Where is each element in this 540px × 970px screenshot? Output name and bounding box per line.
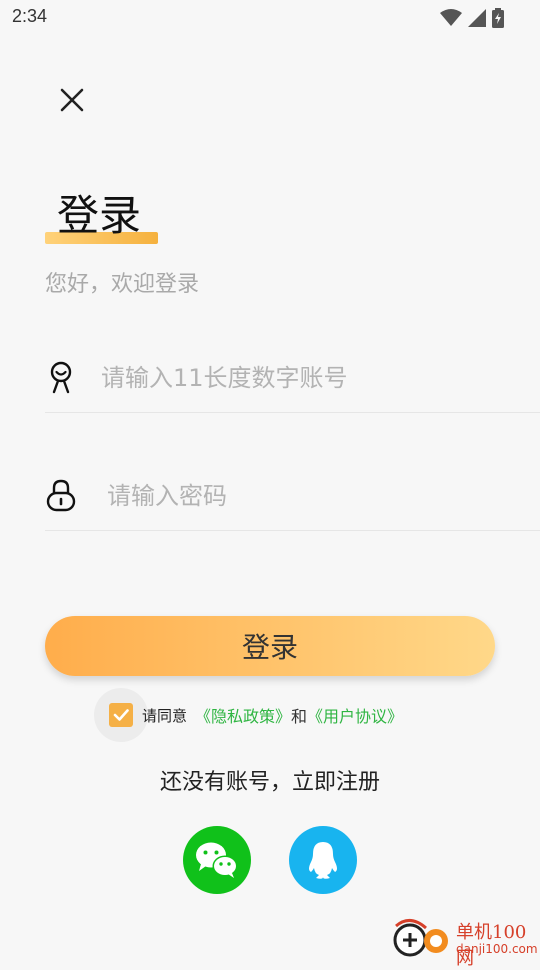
privacy-policy-link[interactable]: 《隐私政策》 [195, 703, 291, 727]
wechat-icon [196, 842, 238, 878]
user-agreement-link[interactable]: 《用户协议》 [307, 703, 403, 727]
page-subtitle: 您好，欢迎登录 [45, 272, 200, 297]
status-bar: 2:34 [0, 0, 540, 36]
watermark-logo [393, 919, 448, 957]
close-icon [60, 88, 84, 112]
page-title: 登录 [57, 191, 142, 240]
agreement-checkbox[interactable] [109, 703, 133, 727]
title-block: 登录 [45, 176, 185, 248]
password-field [45, 470, 540, 531]
lock-icon [46, 479, 76, 512]
battery-icon [492, 8, 504, 28]
close-button[interactable] [52, 80, 92, 120]
register-link[interactable]: 还没有账号，立即注册 [0, 764, 540, 796]
wechat-login-button[interactable] [183, 826, 251, 894]
checkmark-icon [113, 709, 129, 721]
qq-login-button[interactable] [289, 826, 357, 894]
watermark: 单机100网 danji100.com [390, 914, 540, 969]
status-time: 2:34 [12, 6, 48, 26]
account-field [45, 352, 540, 413]
login-button[interactable]: 登录 [45, 616, 495, 676]
wifi-icon [440, 9, 462, 26]
agreement-prefix: 请同意 [142, 706, 188, 725]
watermark-url: danji100.com [456, 942, 538, 956]
account-input[interactable] [99, 356, 523, 400]
agreement-row: 请同意 《隐私政策》 和 《用户协议》 [94, 688, 403, 742]
qq-icon [309, 842, 337, 879]
status-icons [440, 8, 504, 28]
password-input[interactable] [105, 474, 529, 518]
signal-icon [468, 9, 486, 27]
agreement-checkbox-halo [94, 688, 148, 742]
agreement-and: 和 [291, 707, 308, 726]
user-icon [50, 361, 72, 394]
